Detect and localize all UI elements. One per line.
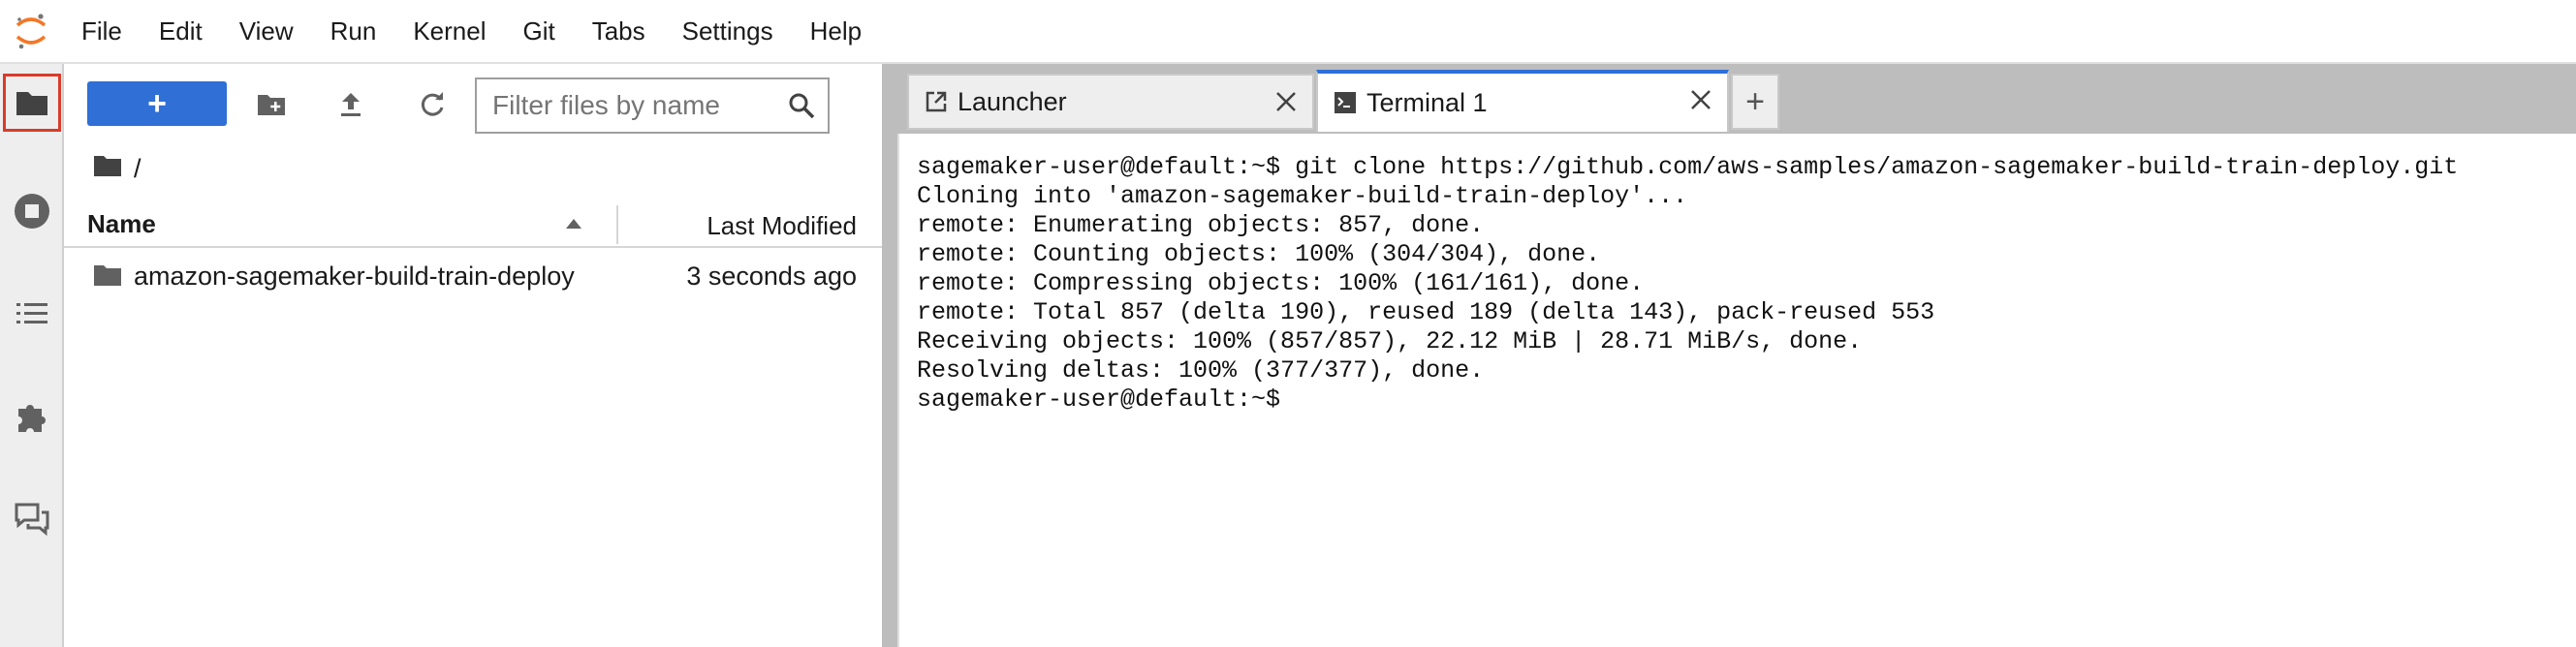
search-icon — [787, 91, 816, 125]
refresh-icon — [421, 92, 444, 116]
tab-bar: Launcher Terminal 1 + — [897, 64, 2576, 134]
file-browser-toggle[interactable] — [3, 74, 61, 132]
table-of-contents-toggle[interactable] — [3, 285, 61, 343]
tab-launcher[interactable]: Launcher — [907, 74, 1314, 130]
file-browser-panel: + Filter files by name / Name Last Modif… — [64, 64, 882, 647]
tab-label: Launcher — [958, 86, 1067, 116]
column-divider[interactable] — [616, 205, 618, 244]
folder-icon — [16, 92, 47, 115]
puzzle-icon — [18, 405, 46, 432]
main-dock-area: Launcher Terminal 1 + sagemaker-user@def… — [897, 64, 2576, 647]
close-icon[interactable] — [1688, 87, 1713, 117]
new-folder-icon — [258, 95, 285, 115]
menu-help[interactable]: Help — [792, 0, 880, 63]
list-icon — [16, 303, 47, 324]
extensions-toggle[interactable] — [3, 387, 61, 446]
tab-label: Terminal 1 — [1367, 87, 1488, 117]
launcher-icon — [925, 90, 948, 113]
menu-git[interactable]: Git — [504, 0, 573, 63]
column-header-name[interactable]: Name — [87, 209, 156, 239]
terminal-line: remote: Counting objects: 100% (304/304)… — [917, 240, 1601, 268]
terminal-icon — [1334, 91, 1357, 114]
filter-files-box — [475, 77, 830, 134]
breadcrumb-root[interactable]: / — [134, 154, 141, 184]
jupyter-logo-icon[interactable] — [0, 0, 62, 63]
menu-edit[interactable]: Edit — [141, 0, 221, 63]
terminal-line: Resolving deltas: 100% (377/377), done. — [917, 356, 1485, 385]
chat-toggle[interactable] — [3, 490, 61, 548]
new-folder-button[interactable] — [252, 85, 291, 124]
upload-icon — [341, 93, 361, 116]
menu-view[interactable]: View — [221, 0, 312, 63]
terminal-line: remote: Total 857 (delta 190), reused 18… — [917, 298, 1935, 326]
file-browser-toolbar: + — [64, 64, 882, 147]
tab-terminal-1[interactable]: Terminal 1 — [1316, 70, 1729, 132]
panel-splitter[interactable] — [882, 64, 897, 647]
menu-tabs[interactable]: Tabs — [574, 0, 664, 63]
stop-circle-icon — [15, 194, 49, 229]
add-tab-button[interactable]: + — [1731, 74, 1779, 130]
sort-ascending-icon — [565, 217, 582, 234]
menu-bar: File Edit View Run Kernel Git Tabs Setti… — [0, 0, 2576, 64]
refresh-button[interactable] — [413, 85, 452, 124]
running-sessions-toggle[interactable] — [3, 182, 61, 240]
file-name: amazon-sagemaker-build-train-deploy — [134, 262, 575, 291]
terminal-prompt: sagemaker-user@default:~$ — [917, 385, 1281, 414]
menu-file[interactable]: File — [62, 0, 141, 63]
terminal-line: Cloning into 'amazon-sagemaker-build-tra… — [917, 182, 1688, 210]
terminal-output[interactable]: sagemaker-user@default:~$ git clone http… — [897, 134, 2576, 647]
folder-icon — [93, 263, 122, 292]
terminal-line: Receiving objects: 100% (857/857), 22.12… — [917, 327, 1863, 355]
close-icon[interactable] — [1273, 89, 1299, 119]
file-list-item[interactable]: amazon-sagemaker-build-train-deploy 3 se… — [64, 252, 882, 300]
chat-icon — [15, 503, 49, 537]
new-launcher-button[interactable]: + — [87, 81, 227, 126]
column-header-last-modified[interactable]: Last Modified — [707, 211, 857, 241]
terminal-line: remote: Compressing objects: 100% (161/1… — [917, 269, 1645, 297]
upload-button[interactable] — [331, 85, 370, 124]
menu-settings[interactable]: Settings — [664, 0, 792, 63]
file-last-modified: 3 seconds ago — [686, 262, 857, 291]
terminal-line: sagemaker-user@default:~$ git clone http… — [917, 153, 2459, 181]
terminal-line: remote: Enumerating objects: 857, done. — [917, 211, 1485, 239]
breadcrumb: / — [93, 149, 141, 188]
menu-kernel[interactable]: Kernel — [394, 0, 504, 63]
menu-run[interactable]: Run — [312, 0, 395, 63]
left-activity-bar — [0, 64, 64, 647]
file-list-header: Name Last Modified — [64, 200, 882, 248]
filter-files-input[interactable] — [477, 90, 768, 121]
home-folder-icon[interactable] — [93, 154, 122, 184]
